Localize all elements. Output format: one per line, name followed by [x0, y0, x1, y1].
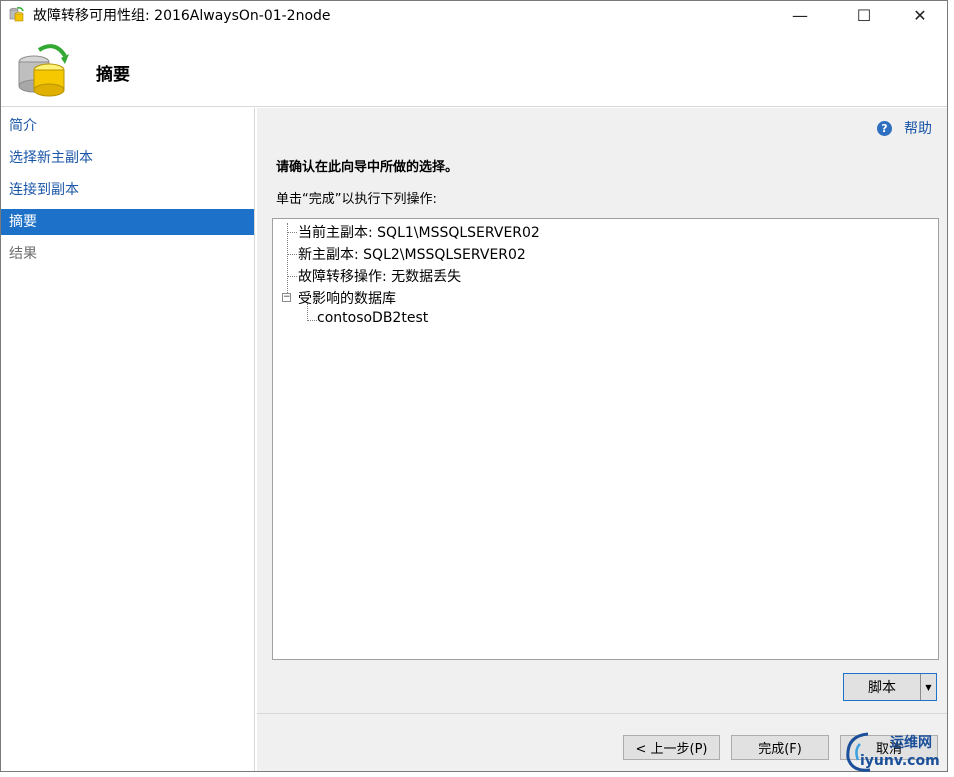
wizard-nav: 简介 选择新主副本 连接到副本 摘要 结果 [1, 108, 255, 771]
database-sync-icon [18, 44, 69, 97]
instruction-text: 单击“完成”以执行下列操作: [276, 192, 437, 207]
chevron-down-icon[interactable]: ▼ [920, 674, 936, 700]
nav-item-results: 结果 [9, 246, 37, 262]
window-title: 故障转移可用性组: 2016AlwaysOn-01-2node [33, 8, 331, 24]
summary-tree[interactable]: 当前主副本: SQL1\MSSQLSERVER02 新主副本: SQL2\MSS… [272, 218, 939, 660]
help-link[interactable]: ? 帮助 [877, 118, 932, 138]
collapse-toggle[interactable]: − [282, 293, 291, 302]
nav-item-introduction[interactable]: 简介 [1, 113, 254, 139]
page-title: 摘要 [96, 65, 130, 85]
minimize-button[interactable]: — [777, 1, 823, 29]
instruction-heading: 请确认在此向导中所做的选择。 [276, 160, 459, 175]
tree-connector [287, 223, 288, 299]
tree-connector [307, 320, 317, 321]
wizard-window: 故障转移可用性组: 2016AlwaysOn-01-2node — ☐ ✕ 摘要… [0, 0, 948, 772]
back-button[interactable]: < 上一步(P) [623, 735, 720, 760]
app-icon [9, 7, 24, 22]
nav-item-summary[interactable]: 摘要 [1, 209, 254, 235]
tree-connector [287, 254, 297, 255]
tree-connector [287, 276, 297, 277]
title-bar: 故障转移可用性组: 2016AlwaysOn-01-2node — ☐ ✕ [1, 1, 947, 29]
watermark-line2: iyunv.com [860, 753, 940, 769]
finish-button[interactable]: 完成(F) [731, 735, 829, 760]
tree-connector [287, 232, 297, 233]
script-button[interactable]: 脚本 [844, 674, 920, 700]
help-label: 帮助 [904, 121, 932, 137]
header-banner: 摘要 [1, 29, 947, 107]
watermark: 运维网 iyunv.com [838, 728, 952, 774]
nav-item-select-new-primary[interactable]: 选择新主副本 [1, 145, 254, 171]
script-split-button[interactable]: 脚本 ▼ [843, 673, 937, 701]
maximize-button[interactable]: ☐ [841, 1, 887, 29]
tree-item-failover-action[interactable]: 故障转移操作: 无数据丢失 [298, 266, 461, 286]
tree-item-new-primary[interactable]: 新主副本: SQL2\MSSQLSERVER02 [298, 244, 526, 264]
tree-item-current-primary[interactable]: 当前主副本: SQL1\MSSQLSERVER02 [298, 222, 540, 242]
main-panel: ? 帮助 请确认在此向导中所做的选择。 单击“完成”以执行下列操作: 当前主副本… [257, 108, 947, 713]
help-icon: ? [877, 120, 892, 136]
nav-item-connect-replicas[interactable]: 连接到副本 [1, 177, 254, 203]
watermark-line1: 运维网 [890, 735, 932, 751]
tree-item-affected-databases[interactable]: 受影响的数据库 [298, 288, 396, 308]
close-button[interactable]: ✕ [897, 1, 943, 29]
tree-item-database[interactable]: contosoDB2test [317, 310, 428, 326]
